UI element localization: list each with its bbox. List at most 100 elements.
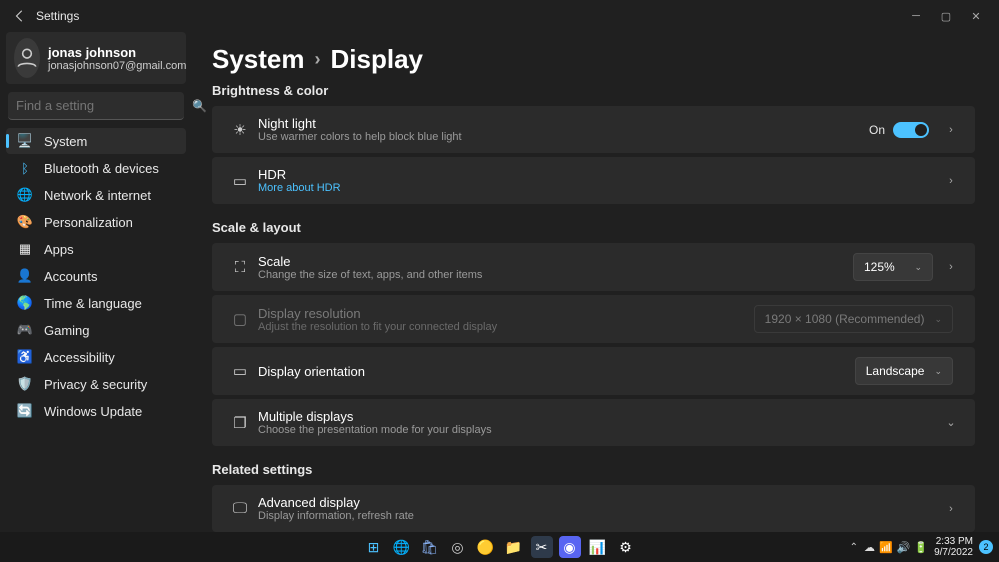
titlebar: Settings ─ ▢ ✕ xyxy=(0,0,999,32)
bluetooth-icon: ᛒ xyxy=(16,161,34,176)
notification-badge[interactable]: 2 xyxy=(979,540,993,554)
row-title: Scale xyxy=(258,254,853,269)
discord-icon[interactable]: ◉ xyxy=(559,536,581,558)
section-brightness: Brightness & color xyxy=(212,83,975,98)
wifi-icon[interactable]: 📶 xyxy=(879,541,893,554)
nav-label: Gaming xyxy=(44,323,90,338)
row-orientation[interactable]: ▭ Display orientation Landscape ⌄ xyxy=(212,347,975,395)
settings-icon[interactable]: ⚙ xyxy=(615,536,637,558)
search-box[interactable]: 🔍 xyxy=(8,92,184,120)
dropdown-value: Landscape xyxy=(866,364,925,378)
globe-icon: 🌎 xyxy=(16,295,34,311)
battery-icon[interactable]: 🔋 xyxy=(914,541,928,554)
clock-date: 9/7/2022 xyxy=(934,547,973,558)
row-sub: Adjust the resolution to fit your connec… xyxy=(258,321,754,333)
row-multiple-displays[interactable]: ❐ Multiple displays Choose the presentat… xyxy=(212,399,975,446)
row-resolution: ▢ Display resolution Adjust the resoluti… xyxy=(212,295,975,343)
scale-dropdown[interactable]: 125% ⌄ xyxy=(853,253,933,281)
taskbar: ⊞ 🌐 🛍 ◎ 🟡 📁 ✂ ◉ 📊 ⚙ ⌃ ☁ 📶 🔊 🔋 2:33 PM 9/… xyxy=(0,532,999,562)
nav-network[interactable]: 🌐 Network & internet xyxy=(6,182,186,208)
gaming-icon: 🎮 xyxy=(16,322,34,338)
row-title: Advanced display xyxy=(258,495,941,510)
row-title: Night light xyxy=(258,116,869,131)
nav-label: Bluetooth & devices xyxy=(44,161,159,176)
avatar xyxy=(14,38,40,78)
chevron-down-icon: ⌄ xyxy=(934,314,942,325)
scale-icon: ⛶ xyxy=(226,259,254,276)
nav-personalization[interactable]: 🎨 Personalization xyxy=(6,209,186,235)
brush-icon: 🎨 xyxy=(16,214,34,230)
wifi-icon: 🌐 xyxy=(16,187,34,203)
nav-label: Time & language xyxy=(44,296,142,311)
nav-label: System xyxy=(44,134,87,149)
edge-icon[interactable]: 🌐 xyxy=(391,536,413,558)
monitor-icon: 🖵 xyxy=(226,500,254,517)
section-scale: Scale & layout xyxy=(212,220,975,235)
nav-apps[interactable]: ▦ Apps xyxy=(6,236,186,262)
row-title: Multiple displays xyxy=(258,409,941,424)
taskmgr-icon[interactable]: 📊 xyxy=(587,536,609,558)
section-related: Related settings xyxy=(212,462,975,477)
toggle-state: On xyxy=(869,123,885,137)
tray-chevron-icon[interactable]: ⌃ xyxy=(850,542,858,553)
row-night-light[interactable]: ☀ Night light Use warmer colors to help … xyxy=(212,106,975,153)
nav-update[interactable]: 🔄 Windows Update xyxy=(6,398,186,424)
nav-accessibility[interactable]: ♿Accessibility xyxy=(6,344,186,370)
user-name: jonas johnson xyxy=(48,45,186,60)
nav-list: 🖥️ System ᛒ Bluetooth & devices 🌐 Network &… xyxy=(4,128,188,424)
steam-icon[interactable]: ◎ xyxy=(447,536,469,558)
row-title: Display resolution xyxy=(258,306,754,321)
nav-system[interactable]: 🖥️ System xyxy=(6,128,186,154)
row-scale[interactable]: ⛶ Scale Change the size of text, apps, a… xyxy=(212,243,975,291)
person-icon: 👤 xyxy=(16,268,34,284)
start-button[interactable]: ⊞ xyxy=(363,536,385,558)
volume-icon[interactable]: 🔊 xyxy=(897,541,911,554)
search-input[interactable] xyxy=(16,98,192,113)
maximize-button[interactable]: ▢ xyxy=(931,4,961,28)
row-sub: Use warmer colors to help block blue lig… xyxy=(258,131,869,143)
user-card[interactable]: jonas johnson jonasjohnson07@gmail.com xyxy=(6,32,186,84)
taskbar-clock[interactable]: 2:33 PM 9/7/2022 xyxy=(934,536,973,558)
apps-icon: ▦ xyxy=(16,241,34,257)
update-icon: 🔄 xyxy=(16,403,34,419)
nav-label: Apps xyxy=(44,242,74,257)
minimize-button[interactable]: ─ xyxy=(901,4,931,28)
chrome-icon[interactable]: 🟡 xyxy=(475,536,497,558)
chevron-right-icon: › xyxy=(941,175,961,187)
nav-label: Network & internet xyxy=(44,188,151,203)
nav-privacy[interactable]: 🛡️Privacy & security xyxy=(6,371,186,397)
night-light-toggle[interactable] xyxy=(893,122,929,138)
nav-label: Accounts xyxy=(44,269,97,284)
chevron-right-icon: › xyxy=(941,124,961,136)
nav-time[interactable]: 🌎 Time & language xyxy=(6,290,186,316)
system-tray[interactable]: ☁ 📶 🔊 🔋 xyxy=(864,541,928,554)
page-title: Display xyxy=(331,44,424,75)
nav-bluetooth[interactable]: ᛒ Bluetooth & devices xyxy=(6,155,186,181)
hdr-icon: ▭ xyxy=(226,172,254,190)
chevron-down-icon: ⌄ xyxy=(934,366,942,377)
orientation-dropdown[interactable]: Landscape ⌄ xyxy=(855,357,953,385)
nav-label: Windows Update xyxy=(44,404,142,419)
nav-accounts[interactable]: 👤 Accounts xyxy=(6,263,186,289)
store-icon[interactable]: 🛍 xyxy=(419,536,441,558)
back-button[interactable] xyxy=(8,4,32,28)
close-button[interactable]: ✕ xyxy=(961,4,991,28)
onedrive-icon[interactable]: ☁ xyxy=(864,541,875,554)
hdr-more-link[interactable]: More about HDR xyxy=(258,182,941,194)
taskbar-center: ⊞ 🌐 🛍 ◎ 🟡 📁 ✂ ◉ 📊 ⚙ xyxy=(363,536,637,558)
chevron-right-icon: › xyxy=(941,503,961,515)
snip-icon[interactable]: ✂ xyxy=(531,536,553,558)
dropdown-value: 1920 × 1080 (Recommended) xyxy=(765,312,925,326)
row-advanced-display[interactable]: 🖵 Advanced display Display information, … xyxy=(212,485,975,532)
display-icon: 🖥️ xyxy=(16,133,34,149)
nav-gaming[interactable]: 🎮 Gaming xyxy=(6,317,186,343)
chevron-right-icon: › xyxy=(315,49,321,70)
dropdown-value: 125% xyxy=(864,260,895,274)
multi-display-icon: ❐ xyxy=(226,414,254,432)
row-sub: Display information, refresh rate xyxy=(258,510,941,522)
explorer-icon[interactable]: 📁 xyxy=(503,536,525,558)
resolution-dropdown: 1920 × 1080 (Recommended) ⌄ xyxy=(754,305,953,333)
nav-label: Personalization xyxy=(44,215,133,230)
breadcrumb-parent[interactable]: System xyxy=(212,44,305,75)
row-hdr[interactable]: ▭ HDR More about HDR › xyxy=(212,157,975,204)
